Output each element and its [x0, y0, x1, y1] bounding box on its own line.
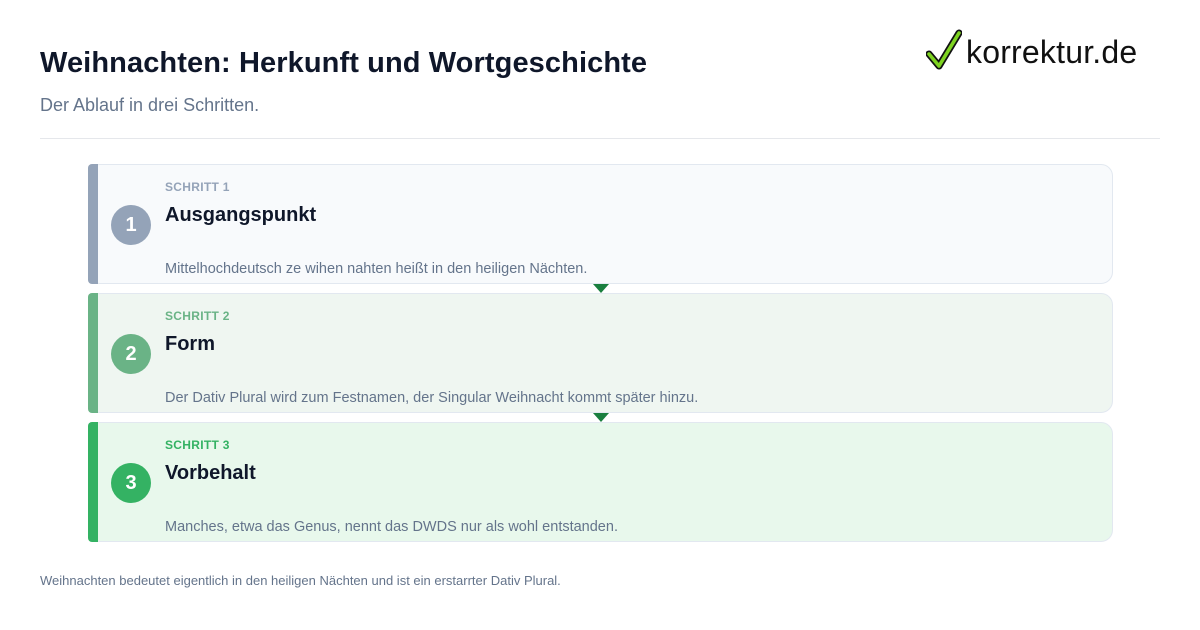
- step-3-card: 3 SCHRITT 3 Vorbehalt Manches, etwa das …: [88, 422, 1113, 542]
- footer-note: Weihnachten bedeutet eigentlich in den h…: [40, 573, 561, 588]
- step-3-accent-bar: [88, 422, 98, 542]
- step-3-number-badge: 3: [111, 463, 151, 503]
- page-subtitle: Der Ablauf in drei Schritten.: [40, 95, 260, 115]
- step-1-accent-bar: [88, 164, 98, 284]
- header-divider: [40, 138, 1160, 139]
- page-header: Weihnachten: Herkunft und Wortgeschichte…: [40, 44, 900, 116]
- step-2-kicker: SCHRITT 2: [165, 309, 230, 323]
- step-3-heading: Vorbehalt: [165, 462, 256, 484]
- logo-text: korrektur.de: [966, 34, 1138, 70]
- arrow-down-icon: [593, 413, 609, 422]
- step-1-card: 1 SCHRITT 1 Ausgangspunkt Mittelhochdeut…: [88, 164, 1113, 284]
- checkmark-icon: [925, 29, 963, 76]
- step-2-heading: Form: [165, 333, 215, 355]
- step-2-card: 2 SCHRITT 2 Form Der Dativ Plural wird z…: [88, 293, 1113, 413]
- page-title: Weihnachten: Herkunft und Wortgeschichte: [40, 47, 648, 79]
- step-1-kicker: SCHRITT 1: [165, 180, 230, 194]
- step-1-heading: Ausgangspunkt: [165, 204, 317, 226]
- step-1-number-badge: 1: [111, 205, 151, 245]
- step-1-description: Mittelhochdeutsch ze wihen nahten heißt …: [165, 261, 588, 277]
- step-2-description: Der Dativ Plural wird zum Festnamen, der…: [165, 390, 699, 406]
- step-3-kicker: SCHRITT 3: [165, 438, 230, 452]
- step-2-accent-bar: [88, 293, 98, 413]
- step-3-description: Manches, etwa das Genus, nennt das DWDS …: [165, 519, 618, 535]
- arrow-down-icon: [593, 284, 609, 293]
- step-2-number-badge: 2: [111, 334, 151, 374]
- logo[interactable]: korrektur.de: [925, 29, 1138, 76]
